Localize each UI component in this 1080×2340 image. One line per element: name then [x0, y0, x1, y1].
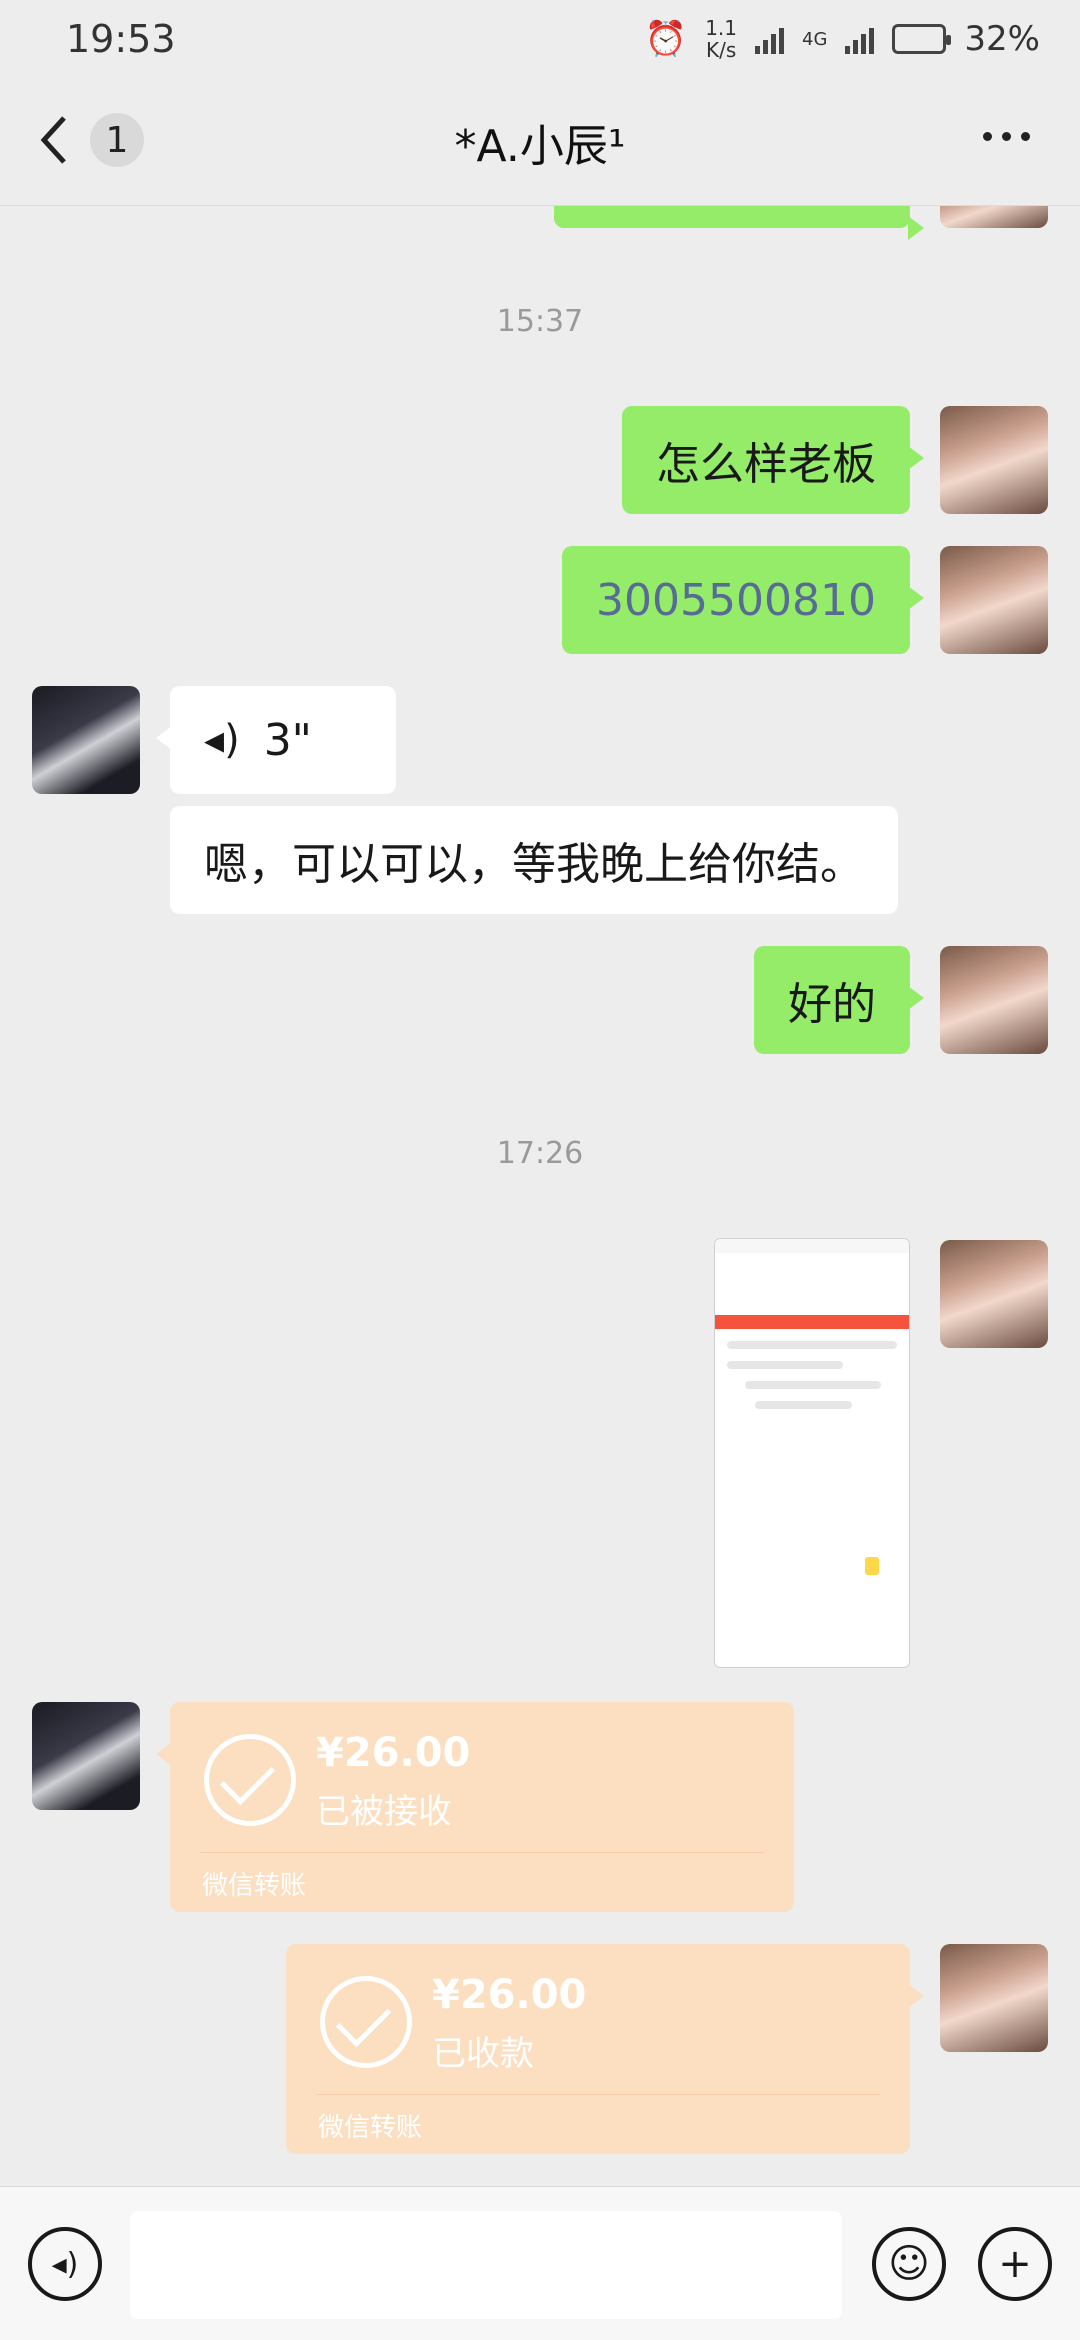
image-message[interactable]	[714, 1238, 910, 1668]
timestamp: 17:26	[496, 1136, 584, 1171]
chevron-left-icon	[40, 116, 66, 164]
voice-wave-icon: ◂)	[204, 717, 240, 763]
thumbnail-banner	[715, 1315, 909, 1329]
thumbnail-line	[727, 1341, 897, 1349]
check-circle-icon	[320, 1976, 412, 2068]
voice-input-button[interactable]: ◂)	[28, 2227, 102, 2301]
thumbnail-statusbar	[715, 1239, 909, 1253]
emoji-icon: ☺	[888, 2241, 930, 2287]
my-avatar[interactable]	[940, 206, 1048, 228]
timestamp: 15:37	[496, 304, 584, 339]
my-avatar[interactable]	[940, 546, 1048, 654]
phone-number-link[interactable]: 3005500810	[596, 575, 876, 626]
signal-2-icon	[845, 24, 875, 54]
status-bar: 19:53 ⏰ 1.1 K/s 4G 32%	[0, 0, 1080, 78]
voice-message[interactable]: ◂) 3"	[156, 686, 396, 794]
alarm-icon: ⏰	[644, 19, 688, 59]
signal-1-icon	[755, 24, 785, 54]
chat-header: 1 *A.小辰¹	[0, 78, 1080, 206]
my-avatar[interactable]	[940, 1944, 1048, 2052]
more-button[interactable]	[983, 132, 1030, 141]
thumbnail-highlight	[865, 1557, 879, 1575]
more-dot-icon	[1002, 132, 1011, 141]
more-dot-icon	[1021, 132, 1030, 141]
message-text: 嗯，可以可以，等我晚上给你结。	[204, 839, 864, 890]
my-avatar[interactable]	[940, 946, 1048, 1054]
transfer-card-collected[interactable]: ¥26.00 已收款 微信转账	[286, 1944, 924, 2154]
contact-avatar[interactable]	[32, 686, 140, 794]
input-bar: ◂) ☺ +	[0, 2186, 1080, 2340]
back-button[interactable]: 1	[36, 110, 144, 170]
transfer-amount: ¥26.00	[432, 1972, 587, 2018]
chat-title: *A.小辰¹	[454, 120, 626, 172]
divider	[200, 1852, 764, 1853]
divider	[316, 2094, 880, 2095]
voice-duration: 3"	[263, 714, 312, 766]
battery-level: 32%	[964, 19, 1040, 59]
status-time: 19:53	[66, 17, 176, 61]
emoji-button[interactable]: ☺	[872, 2227, 946, 2301]
chat-area[interactable]: 15:37 怎么样老板 3005500810 ◂) 3" 嗯，可以可以，等我晚上…	[0, 206, 1080, 2186]
transfer-amount: ¥26.00	[316, 1730, 471, 1776]
transfer-label: 微信转账	[318, 2113, 423, 2143]
status-icons: ⏰ 1.1 K/s 4G 32%	[645, 17, 1040, 61]
message-bubble[interactable]: 3005500810	[562, 546, 924, 654]
thumbnail-line	[755, 1401, 852, 1409]
message-text: 好的	[788, 979, 876, 1030]
battery-icon	[892, 24, 952, 54]
transfer-status: 已收款	[432, 2034, 534, 2074]
net-speed-unit: K/s	[705, 38, 737, 62]
unread-badge: 1	[90, 113, 144, 167]
net-speed: 1.1 K/s	[705, 17, 737, 61]
transfer-status: 已被接收	[316, 1792, 452, 1832]
message-input[interactable]	[130, 2211, 842, 2319]
thumbnail-line	[745, 1381, 881, 1389]
message-bubble[interactable]: 嗯，可以可以，等我晚上给你结。	[170, 806, 898, 914]
network-type: 4G	[802, 28, 828, 50]
message-text: 怎么样老板	[656, 439, 876, 490]
transfer-card-received[interactable]: ¥26.00 已被接收 微信转账	[156, 1702, 794, 1912]
transfer-label: 微信转账	[202, 1871, 307, 1901]
plus-icon: +	[998, 2241, 1032, 2287]
my-avatar[interactable]	[940, 406, 1048, 514]
contact-avatar[interactable]	[32, 1702, 140, 1810]
message-bubble[interactable]: 好的	[754, 946, 924, 1054]
plus-button[interactable]: +	[978, 2227, 1052, 2301]
message-bubble[interactable]: 怎么样老板	[622, 406, 924, 514]
voice-icon: ◂)	[51, 2246, 79, 2282]
my-avatar[interactable]	[940, 1240, 1048, 1348]
thumbnail-line	[727, 1361, 844, 1369]
check-circle-icon	[204, 1734, 296, 1826]
more-dot-icon	[983, 132, 992, 141]
net-speed-value: 1.1	[705, 16, 738, 40]
message-bubble-partial[interactable]	[554, 206, 924, 240]
